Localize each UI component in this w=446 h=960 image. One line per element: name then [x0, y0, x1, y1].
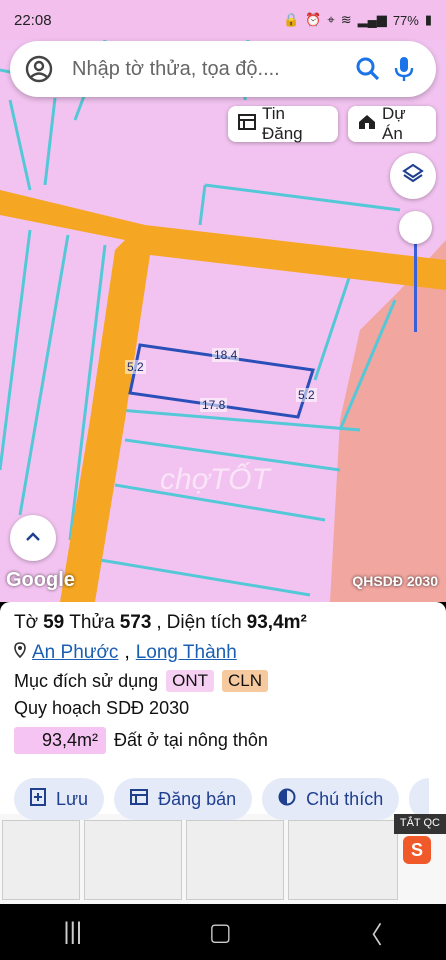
lock-icon: 🔒	[282, 12, 300, 27]
search-icon[interactable]	[350, 51, 386, 87]
home-icon[interactable]: ▢	[209, 918, 232, 947]
du-an-label: Dự Án	[382, 104, 406, 143]
location-icon: ⌖	[327, 12, 335, 27]
post-sale-button[interactable]: Đăng bán	[114, 778, 253, 820]
district-link[interactable]: Long Thành	[136, 642, 237, 664]
area-value: 93,4m²	[246, 612, 307, 633]
plan-tag: QHSDĐ 2030	[352, 573, 438, 589]
house-icon	[358, 114, 376, 135]
close-ad-button[interactable]: TẮT QC	[393, 814, 446, 834]
listing-icon	[130, 788, 149, 810]
expand-panel-button[interactable]	[10, 515, 56, 561]
dimension-label-left: 5.2	[125, 360, 146, 374]
status-icons: 🔒 ⏰ ⌖ ≋ ▂▄▆ 77% ▮	[283, 12, 432, 28]
purpose-label: Mục đích sử dụng	[14, 670, 159, 691]
opacity-slider-thumb[interactable]	[399, 211, 432, 244]
industrial-zone	[330, 240, 446, 602]
dimension-label-top: 18.4	[212, 348, 240, 362]
post-sale-label: Đăng bán	[158, 788, 237, 809]
thua-number: 573	[119, 612, 152, 633]
layers-button[interactable]	[390, 153, 436, 199]
to-label: Tờ	[14, 612, 39, 633]
to-number: 59	[43, 612, 65, 633]
save-button[interactable]: Lưu	[14, 778, 105, 820]
plan-area-value: 93,4m²	[14, 727, 107, 754]
layers-icon	[402, 163, 424, 190]
legend-button[interactable]: Chú thích	[262, 778, 400, 820]
location-row: An Phước , Long Thành	[14, 642, 432, 664]
purpose-row: Mục đích sử dụng ONT CLN	[14, 670, 432, 692]
alarm-icon: ⏰	[305, 12, 322, 27]
ad-image[interactable]	[2, 820, 80, 900]
contrast-icon	[278, 788, 296, 811]
parcel-title: Tờ 59 Thửa 573, Diện tích 93,4m²	[14, 612, 307, 633]
location-pin-icon	[14, 642, 26, 664]
dimension-label-bottom: 17.8	[200, 398, 228, 412]
legend-label: Chú thích	[306, 788, 384, 809]
purpose-tag-ont: ONT	[166, 670, 215, 692]
purpose-tag-cln: CLN	[222, 670, 269, 692]
ad-image[interactable]	[288, 820, 398, 900]
plan-label: Quy hoạch SDĐ 2030	[14, 698, 190, 718]
shop-icon[interactable]: S	[403, 836, 431, 864]
area-label: Diện tích	[166, 612, 242, 633]
microphone-icon[interactable]	[386, 51, 422, 87]
recent-apps-icon[interactable]: |||	[63, 918, 82, 946]
search-input[interactable]: Nhập tờ thửa, tọa độ....	[72, 58, 350, 81]
status-time: 22:08	[14, 11, 52, 29]
ad-image[interactable]	[186, 820, 284, 900]
ad-image[interactable]	[84, 820, 182, 900]
tin-dang-label: Tin Đăng	[262, 104, 303, 143]
status-bar: 22:08 🔒 ⏰ ⌖ ≋ ▂▄▆ 77% ▮	[0, 0, 446, 40]
location-separator: ,	[124, 642, 130, 663]
plan-area-desc: Đất ở tại nông thôn	[114, 730, 268, 750]
signal-icon: ▂▄▆	[357, 12, 387, 27]
du-an-button[interactable]: Dự Án	[348, 104, 436, 143]
add-bookmark-icon	[30, 787, 46, 811]
google-logo: Google	[6, 569, 75, 591]
listing-icon	[238, 113, 256, 135]
battery-icon: ▮	[424, 12, 432, 27]
save-label: Lưu	[56, 788, 89, 809]
chevron-up-icon	[25, 529, 41, 547]
back-icon[interactable]: 〈	[359, 915, 383, 950]
wifi-icon: ≋	[340, 12, 352, 27]
tin-dang-button[interactable]: Tin Đăng	[228, 104, 338, 143]
action-bar: Lưu Đăng bán Chú thích	[14, 778, 430, 820]
system-nav-bar: ||| ▢ 〈	[0, 904, 446, 960]
plan-area-row: 93,4m² Đất ở tại nông thôn	[14, 727, 432, 754]
search-bar[interactable]: Nhập tờ thửa, tọa độ....	[10, 41, 436, 97]
thua-label: Thửa	[69, 612, 115, 633]
dimension-label-right: 5.2	[296, 388, 317, 402]
watermark: chợTỐT	[160, 463, 270, 496]
account-icon[interactable]	[24, 54, 54, 84]
battery-text: 77%	[392, 12, 419, 28]
ward-link[interactable]: An Phước	[32, 642, 118, 664]
